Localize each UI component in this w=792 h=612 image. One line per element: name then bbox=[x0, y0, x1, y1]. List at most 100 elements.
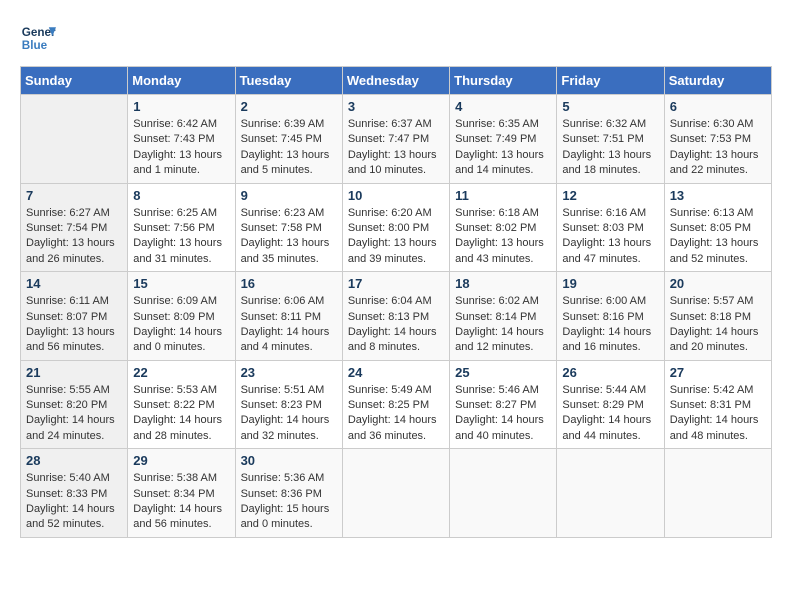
header-cell-friday: Friday bbox=[557, 67, 664, 95]
day-info: Sunrise: 6:16 AMSunset: 8:03 PMDaylight:… bbox=[562, 206, 658, 268]
calendar-cell: 23 Sunrise: 5:51 AMSunset: 8:23 PMDayligh… bbox=[235, 360, 342, 449]
day-number: 8 bbox=[133, 188, 229, 203]
week-row-2: 7 Sunrise: 6:27 AMSunset: 7:54 PMDaylight… bbox=[21, 183, 772, 272]
day-number: 13 bbox=[670, 188, 766, 203]
day-info: Sunrise: 6:30 AMSunset: 7:53 PMDaylight:… bbox=[670, 117, 766, 179]
calendar-cell: 28 Sunrise: 5:40 AMSunset: 8:33 PMDayligh… bbox=[21, 449, 128, 538]
day-info: Sunrise: 5:46 AMSunset: 8:27 PMDaylight:… bbox=[455, 383, 551, 445]
logo-icon: General Blue bbox=[20, 20, 56, 56]
calendar-cell: 2 Sunrise: 6:39 AMSunset: 7:45 PMDaylight… bbox=[235, 95, 342, 184]
logo: General Blue bbox=[20, 20, 60, 56]
calendar-cell: 14 Sunrise: 6:11 AMSunset: 8:07 PMDayligh… bbox=[21, 272, 128, 361]
calendar-cell: 16 Sunrise: 6:06 AMSunset: 8:11 PMDayligh… bbox=[235, 272, 342, 361]
day-number: 22 bbox=[133, 365, 229, 380]
day-number: 26 bbox=[562, 365, 658, 380]
day-info: Sunrise: 6:39 AMSunset: 7:45 PMDaylight:… bbox=[241, 117, 337, 179]
day-number: 5 bbox=[562, 99, 658, 114]
day-info: Sunrise: 6:32 AMSunset: 7:51 PMDaylight:… bbox=[562, 117, 658, 179]
day-number: 18 bbox=[455, 276, 551, 291]
day-number: 25 bbox=[455, 365, 551, 380]
calendar-cell: 27 Sunrise: 5:42 AMSunset: 8:31 PMDayligh… bbox=[664, 360, 771, 449]
calendar-cell: 24 Sunrise: 5:49 AMSunset: 8:25 PMDayligh… bbox=[342, 360, 449, 449]
header-cell-monday: Monday bbox=[128, 67, 235, 95]
day-info: Sunrise: 6:27 AMSunset: 7:54 PMDaylight:… bbox=[26, 206, 122, 268]
calendar-cell: 18 Sunrise: 6:02 AMSunset: 8:14 PMDayligh… bbox=[450, 272, 557, 361]
header-cell-sunday: Sunday bbox=[21, 67, 128, 95]
day-number: 9 bbox=[241, 188, 337, 203]
calendar-cell: 5 Sunrise: 6:32 AMSunset: 7:51 PMDaylight… bbox=[557, 95, 664, 184]
day-info: Sunrise: 6:42 AMSunset: 7:43 PMDaylight:… bbox=[133, 117, 229, 179]
header-row: SundayMondayTuesdayWednesdayThursdayFrid… bbox=[21, 67, 772, 95]
day-info: Sunrise: 6:13 AMSunset: 8:05 PMDaylight:… bbox=[670, 206, 766, 268]
week-row-3: 14 Sunrise: 6:11 AMSunset: 8:07 PMDayligh… bbox=[21, 272, 772, 361]
day-number: 12 bbox=[562, 188, 658, 203]
calendar-cell: 25 Sunrise: 5:46 AMSunset: 8:27 PMDayligh… bbox=[450, 360, 557, 449]
header-cell-saturday: Saturday bbox=[664, 67, 771, 95]
day-info: Sunrise: 6:18 AMSunset: 8:02 PMDaylight:… bbox=[455, 206, 551, 268]
day-info: Sunrise: 5:51 AMSunset: 8:23 PMDaylight:… bbox=[241, 383, 337, 445]
calendar-cell: 1 Sunrise: 6:42 AMSunset: 7:43 PMDaylight… bbox=[128, 95, 235, 184]
calendar-cell: 29Sunrise: 5:38 AMSunset: 8:34 PMDayligh… bbox=[128, 449, 235, 538]
calendar-cell: 26 Sunrise: 5:44 AMSunset: 8:29 PMDayligh… bbox=[557, 360, 664, 449]
day-info: Sunrise: 6:23 AMSunset: 7:58 PMDaylight:… bbox=[241, 206, 337, 268]
day-info: Sunrise: 5:49 AMSunset: 8:25 PMDaylight:… bbox=[348, 383, 444, 445]
day-info: Sunrise: 6:11 AMSunset: 8:07 PMDaylight:… bbox=[26, 294, 122, 356]
calendar-cell: 15Sunrise: 6:09 AMSunset: 8:09 PMDayligh… bbox=[128, 272, 235, 361]
day-number: 27 bbox=[670, 365, 766, 380]
header-cell-tuesday: Tuesday bbox=[235, 67, 342, 95]
calendar-cell: 4 Sunrise: 6:35 AMSunset: 7:49 PMDaylight… bbox=[450, 95, 557, 184]
day-number: 1 bbox=[133, 99, 229, 114]
day-number: 7 bbox=[26, 188, 122, 203]
day-number: 15 bbox=[133, 276, 229, 291]
day-number: 16 bbox=[241, 276, 337, 291]
day-info: Sunrise: 6:20 AMSunset: 8:00 PMDaylight:… bbox=[348, 206, 444, 268]
calendar-cell: 17 Sunrise: 6:04 AMSunset: 8:13 PMDayligh… bbox=[342, 272, 449, 361]
calendar-cell: 6 Sunrise: 6:30 AMSunset: 7:53 PMDaylight… bbox=[664, 95, 771, 184]
day-number: 30 bbox=[241, 453, 337, 468]
header-cell-thursday: Thursday bbox=[450, 67, 557, 95]
day-number: 17 bbox=[348, 276, 444, 291]
day-info: Sunrise: 6:35 AMSunset: 7:49 PMDaylight:… bbox=[455, 117, 551, 179]
calendar-cell: 20 Sunrise: 5:57 AMSunset: 8:18 PMDayligh… bbox=[664, 272, 771, 361]
day-number: 23 bbox=[241, 365, 337, 380]
day-info: Sunrise: 5:55 AMSunset: 8:20 PMDaylight:… bbox=[26, 383, 122, 445]
week-row-4: 21 Sunrise: 5:55 AMSunset: 8:20 PMDayligh… bbox=[21, 360, 772, 449]
day-info: Sunrise: 5:44 AMSunset: 8:29 PMDaylight:… bbox=[562, 383, 658, 445]
week-row-5: 28 Sunrise: 5:40 AMSunset: 8:33 PMDayligh… bbox=[21, 449, 772, 538]
calendar-cell: 3Sunrise: 6:37 AMSunset: 7:47 PMDaylight… bbox=[342, 95, 449, 184]
day-number: 6 bbox=[670, 99, 766, 114]
header-cell-wednesday: Wednesday bbox=[342, 67, 449, 95]
calendar-cell: 10Sunrise: 6:20 AMSunset: 8:00 PMDayligh… bbox=[342, 183, 449, 272]
calendar-cell: 13 Sunrise: 6:13 AMSunset: 8:05 PMDayligh… bbox=[664, 183, 771, 272]
day-number: 24 bbox=[348, 365, 444, 380]
calendar-header: SundayMondayTuesdayWednesdayThursdayFrid… bbox=[21, 67, 772, 95]
day-number: 11 bbox=[455, 188, 551, 203]
calendar-cell: 19Sunrise: 6:00 AMSunset: 8:16 PMDayligh… bbox=[557, 272, 664, 361]
calendar-cell: 9 Sunrise: 6:23 AMSunset: 7:58 PMDaylight… bbox=[235, 183, 342, 272]
day-info: Sunrise: 6:37 AMSunset: 7:47 PMDaylight:… bbox=[348, 117, 444, 179]
day-info: Sunrise: 5:57 AMSunset: 8:18 PMDaylight:… bbox=[670, 294, 766, 356]
day-info: Sunrise: 6:04 AMSunset: 8:13 PMDaylight:… bbox=[348, 294, 444, 356]
day-number: 29 bbox=[133, 453, 229, 468]
day-info: Sunrise: 6:00 AMSunset: 8:16 PMDaylight:… bbox=[562, 294, 658, 356]
calendar-cell: 8 Sunrise: 6:25 AMSunset: 7:56 PMDaylight… bbox=[128, 183, 235, 272]
day-number: 20 bbox=[670, 276, 766, 291]
day-number: 4 bbox=[455, 99, 551, 114]
day-info: Sunrise: 6:02 AMSunset: 8:14 PMDaylight:… bbox=[455, 294, 551, 356]
calendar-cell: 30 Sunrise: 5:36 AMSunset: 8:36 PMDayligh… bbox=[235, 449, 342, 538]
calendar-cell: 12 Sunrise: 6:16 AMSunset: 8:03 PMDayligh… bbox=[557, 183, 664, 272]
day-info: Sunrise: 5:40 AMSunset: 8:33 PMDaylight:… bbox=[26, 471, 122, 533]
day-number: 14 bbox=[26, 276, 122, 291]
day-info: Sunrise: 5:36 AMSunset: 8:36 PMDaylight:… bbox=[241, 471, 337, 533]
day-number: 21 bbox=[26, 365, 122, 380]
svg-text:Blue: Blue bbox=[22, 39, 48, 52]
calendar-cell bbox=[664, 449, 771, 538]
calendar-cell bbox=[450, 449, 557, 538]
day-info: Sunrise: 6:25 AMSunset: 7:56 PMDaylight:… bbox=[133, 206, 229, 268]
week-row-1: 1 Sunrise: 6:42 AMSunset: 7:43 PMDaylight… bbox=[21, 95, 772, 184]
day-info: Sunrise: 6:06 AMSunset: 8:11 PMDaylight:… bbox=[241, 294, 337, 356]
day-number: 2 bbox=[241, 99, 337, 114]
calendar-cell: 11 Sunrise: 6:18 AMSunset: 8:02 PMDayligh… bbox=[450, 183, 557, 272]
day-info: Sunrise: 5:42 AMSunset: 8:31 PMDaylight:… bbox=[670, 383, 766, 445]
day-number: 28 bbox=[26, 453, 122, 468]
